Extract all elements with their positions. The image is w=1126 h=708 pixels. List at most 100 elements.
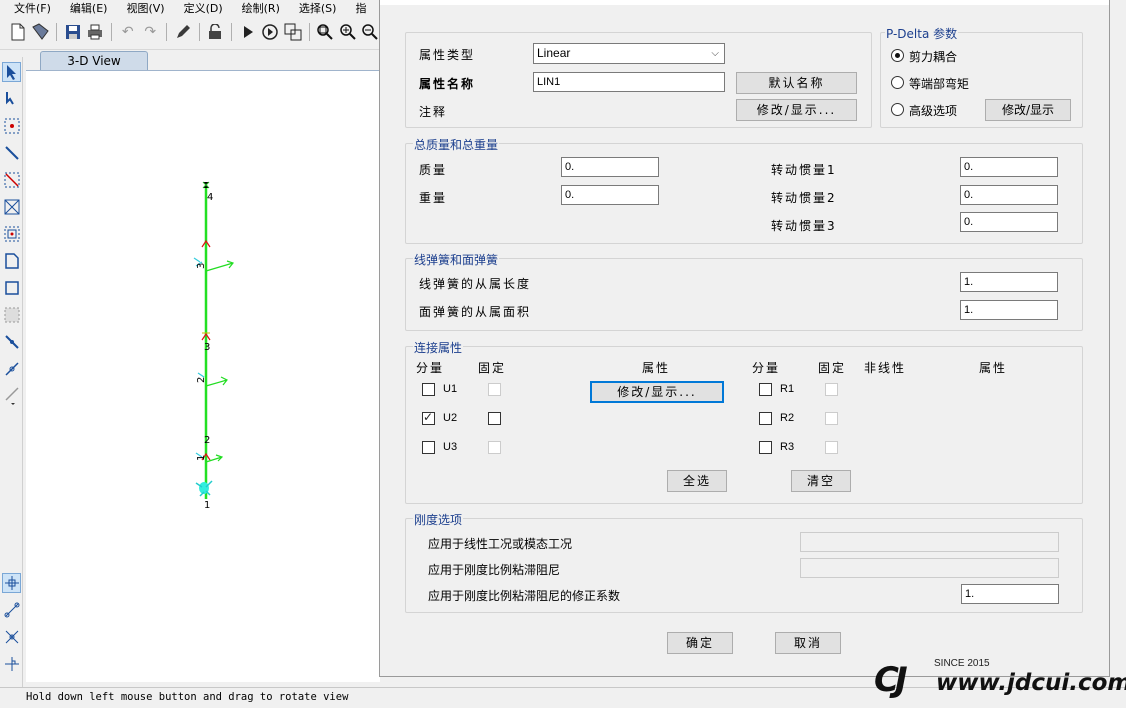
menu-draw[interactable]: 绘制(R) [242, 0, 280, 15]
properties-header: 属性 [642, 361, 671, 375]
stiffness-linear-modal-label: 应用于线性工况或模态工况 [428, 537, 573, 551]
direction-label: R1 [780, 383, 795, 395]
axis-label: 3 [196, 263, 207, 269]
ok-button[interactable]: 确定 [667, 632, 733, 654]
menu-edit[interactable]: 编辑(E) [70, 0, 108, 15]
3d-view-canvas[interactable]: 4 3 2 1 3 2 1 [26, 70, 380, 682]
direction-header: 分量 [416, 361, 445, 375]
redo-icon[interactable]: ↷ [141, 22, 161, 43]
undo-icon[interactable]: ↶ [118, 22, 138, 43]
r2-checkbox[interactable] [759, 412, 772, 425]
u1-fixed-checkbox[interactable] [488, 383, 501, 396]
mass-label: 质量 [419, 163, 448, 177]
u1-checkbox[interactable] [422, 383, 435, 396]
pdelta-radio-end-moment[interactable] [891, 76, 904, 89]
menu-define[interactable]: 定义(D) [184, 0, 223, 15]
pdelta-radio-shear[interactable] [891, 49, 904, 62]
stiffness-damping-factor-field[interactable]: 1. [961, 584, 1059, 604]
default-name-button[interactable]: 默认名称 [736, 72, 857, 94]
rotational-inertia-1-field[interactable]: 0. [960, 157, 1058, 177]
snap-intersections-icon[interactable] [2, 627, 21, 647]
snap-points-icon[interactable] [2, 573, 21, 593]
r1-fixed-checkbox[interactable] [825, 383, 838, 396]
line-spring-length-field[interactable]: 1. [960, 272, 1058, 292]
reshape-icon[interactable] [2, 89, 21, 109]
direction-label: U1 [443, 383, 458, 395]
pointer-icon[interactable] [2, 62, 21, 82]
direction-label: R3 [780, 441, 795, 453]
weight-field[interactable]: 0. [561, 185, 659, 205]
zoom-out-icon[interactable] [361, 22, 381, 43]
weight-label: 重量 [419, 191, 448, 205]
mass-field[interactable]: 0. [561, 157, 659, 177]
line-spring-length-label: 线弹簧的从属长度 [419, 277, 532, 291]
watermark-url: www.jdcui.com [936, 670, 1126, 696]
draw-beam-icon[interactable] [2, 224, 21, 244]
node-label: 3 [204, 342, 210, 353]
draw-link-icon[interactable] [2, 332, 21, 352]
rotational-inertia-1-label: 转动惯量1 [771, 163, 837, 177]
draw-point-icon[interactable] [2, 116, 21, 136]
snap-ends-icon[interactable] [2, 600, 21, 620]
stiffness-linear-modal-field [800, 532, 1059, 552]
menu-view[interactable]: 视图(V) [126, 0, 164, 15]
rotational-inertia-3-field[interactable]: 0. [960, 212, 1058, 232]
pdelta-radio-advanced[interactable] [891, 103, 904, 116]
u2-modify-button[interactable]: 修改/显示... [590, 381, 724, 403]
zoom-in-icon[interactable] [338, 22, 358, 43]
quick-area-icon[interactable] [2, 305, 21, 325]
menu-file[interactable]: 文件(F) [14, 0, 51, 15]
lock-icon[interactable] [205, 22, 225, 43]
pencil-icon[interactable] [173, 22, 193, 43]
new-file-icon[interactable] [8, 22, 28, 43]
site-watermark: CJ SINCE 2015 www.jdcui.com [870, 652, 1126, 704]
r2-fixed-checkbox[interactable] [825, 412, 838, 425]
structure-model: 4 3 2 1 3 2 1 [193, 181, 235, 511]
clear-all-button[interactable]: 清空 [791, 470, 851, 492]
quick-frame-icon[interactable] [2, 170, 21, 190]
draw-tendon-icon[interactable] [2, 386, 21, 406]
run-step-icon[interactable] [260, 22, 280, 43]
nonlinear-header: 非线性 [864, 361, 907, 375]
u3-fixed-checkbox[interactable] [488, 441, 501, 454]
property-name-field[interactable]: LIN1 [533, 72, 725, 92]
draw-area-icon[interactable] [2, 251, 21, 271]
u2-fixed-checkbox[interactable] [488, 412, 501, 425]
save-icon[interactable] [63, 22, 83, 43]
r1-checkbox[interactable] [759, 383, 772, 396]
left-toolbar [0, 57, 23, 687]
direction-label: R2 [780, 412, 795, 424]
menu-select[interactable]: 选择(S) [299, 0, 337, 15]
pdelta-modify-button[interactable]: 修改/显示 [985, 99, 1071, 121]
draw-rect-area-icon[interactable] [2, 278, 21, 298]
area-spring-area-field[interactable]: 1. [960, 300, 1058, 320]
status-message: Hold down left mouse button and drag to … [26, 691, 349, 703]
u3-checkbox[interactable] [422, 441, 435, 454]
analysis-options-icon[interactable] [283, 22, 303, 43]
zoom-window-icon[interactable] [315, 22, 335, 43]
open-file-icon[interactable] [31, 22, 51, 43]
node-label: 4 [207, 192, 213, 203]
draw-spring-icon[interactable] [2, 359, 21, 379]
toolbar-separator [56, 23, 57, 41]
select-all-button[interactable]: 全选 [667, 470, 727, 492]
property-type-select[interactable]: Linear ⌵ [533, 43, 725, 64]
pdelta-group-title: P-Delta 参数 [885, 25, 959, 42]
print-icon[interactable] [86, 22, 106, 43]
rotational-inertia-2-field[interactable]: 0. [960, 185, 1058, 205]
notes-modify-button[interactable]: 修改/显示... [736, 99, 857, 121]
stiffness-damping-field [800, 558, 1059, 578]
menu-assign[interactable]: 指 [355, 0, 366, 15]
draw-frame-icon[interactable] [2, 143, 21, 163]
springs-group [405, 258, 1083, 331]
r3-checkbox[interactable] [759, 441, 772, 454]
stiffness-damping-label: 应用于刚度比例粘滞阻尼 [428, 563, 561, 577]
u2-checkbox[interactable] [422, 410, 435, 425]
snap-perpendicular-icon[interactable] [2, 654, 21, 674]
springs-group-title: 线弹簧和面弹簧 [413, 251, 500, 268]
run-icon[interactable] [238, 22, 258, 43]
r3-fixed-checkbox[interactable] [825, 441, 838, 454]
cancel-button[interactable]: 取消 [775, 632, 841, 654]
draw-brace-icon[interactable] [2, 197, 21, 217]
tab-3d-view[interactable]: 3-D View [40, 51, 148, 71]
